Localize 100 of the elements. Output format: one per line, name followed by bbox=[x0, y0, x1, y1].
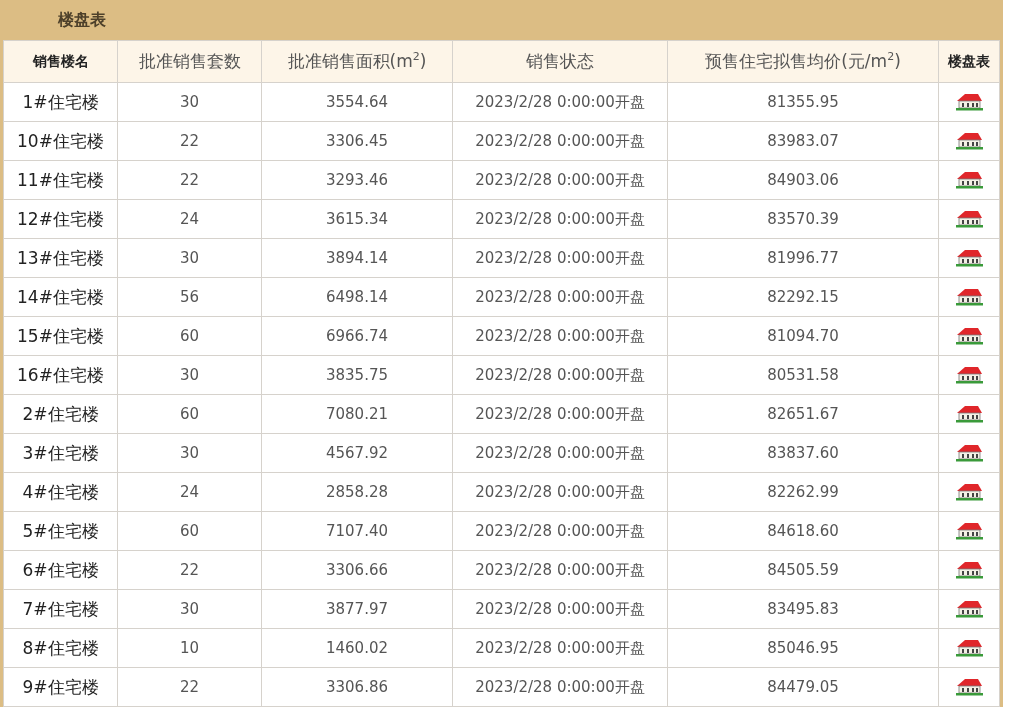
table-cell: 81094.70 bbox=[667, 316, 939, 356]
house-icon[interactable] bbox=[954, 638, 984, 659]
table-cell: 3293.46 bbox=[261, 160, 453, 200]
table-cell: 3306.66 bbox=[261, 550, 453, 590]
table-cell: 84618.60 bbox=[667, 511, 939, 551]
table-cell: 12#住宅楼 bbox=[3, 199, 118, 239]
table-cell: 83983.07 bbox=[667, 121, 939, 161]
table-cell: 81996.77 bbox=[667, 238, 939, 278]
table-cell: 56 bbox=[117, 277, 262, 317]
table-cell: 3835.75 bbox=[261, 355, 453, 395]
table-cell: 9#住宅楼 bbox=[3, 667, 118, 707]
column-header: 预售住宅拟售均价(元/m$^{2}$) bbox=[667, 40, 939, 83]
table-cell: 2023/2/28 0:00:00开盘 bbox=[452, 199, 668, 239]
table-cell: 1460.02 bbox=[261, 628, 453, 668]
table-cell: 60 bbox=[117, 394, 262, 434]
table-cell: 83837.60 bbox=[667, 433, 939, 473]
table-cell: 8#住宅楼 bbox=[3, 628, 118, 668]
column-header: 销售楼名 bbox=[3, 40, 118, 83]
house-icon[interactable] bbox=[954, 170, 984, 191]
table-cell: 1#住宅楼 bbox=[3, 82, 118, 122]
table-cell: 82651.67 bbox=[667, 394, 939, 434]
table-cell: 3#住宅楼 bbox=[3, 433, 118, 473]
table-cell: 3306.45 bbox=[261, 121, 453, 161]
table-cell: 2023/2/28 0:00:00开盘 bbox=[452, 121, 668, 161]
table-cell: 85046.95 bbox=[667, 628, 939, 668]
table-cell: 84903.06 bbox=[667, 160, 939, 200]
table-cell: 2023/2/28 0:00:00开盘 bbox=[452, 433, 668, 473]
house-icon[interactable] bbox=[954, 92, 984, 113]
table-cell: 2023/2/28 0:00:00开盘 bbox=[452, 160, 668, 200]
table-cell: 2023/2/28 0:00:00开盘 bbox=[452, 277, 668, 317]
house-icon[interactable] bbox=[954, 482, 984, 503]
column-header: 批准销售面积(m$^{2}$) bbox=[261, 40, 453, 83]
table-cell: 4567.92 bbox=[261, 433, 453, 473]
house-icon[interactable] bbox=[954, 326, 984, 347]
table-cell: 10#住宅楼 bbox=[3, 121, 118, 161]
table-cell: 10 bbox=[117, 628, 262, 668]
table-cell: 2023/2/28 0:00:00开盘 bbox=[452, 316, 668, 356]
table-cell: 24 bbox=[117, 199, 262, 239]
table-cell: 3615.34 bbox=[261, 199, 453, 239]
table-cell: 2023/2/28 0:00:00开盘 bbox=[452, 82, 668, 122]
table-cell: 30 bbox=[117, 589, 262, 629]
house-icon[interactable] bbox=[954, 443, 984, 464]
table-cell: 3306.86 bbox=[261, 667, 453, 707]
house-icon[interactable] bbox=[954, 365, 984, 386]
table-cell: 2023/2/28 0:00:00开盘 bbox=[452, 511, 668, 551]
panel-title: 楼盘表 bbox=[58, 9, 106, 31]
house-icon[interactable] bbox=[954, 131, 984, 152]
table-cell: 2023/2/28 0:00:00开盘 bbox=[452, 394, 668, 434]
table-cell: 30 bbox=[117, 238, 262, 278]
table-cell: 2023/2/28 0:00:00开盘 bbox=[452, 238, 668, 278]
table-cell: 84505.59 bbox=[667, 550, 939, 590]
table-cell: 60 bbox=[117, 316, 262, 356]
table-cell: 2023/2/28 0:00:00开盘 bbox=[452, 472, 668, 512]
table-cell: 82292.15 bbox=[667, 277, 939, 317]
table-cell: 24 bbox=[117, 472, 262, 512]
table-cell: 2023/2/28 0:00:00开盘 bbox=[452, 628, 668, 668]
table-cell: 6#住宅楼 bbox=[3, 550, 118, 590]
table-cell: 7080.21 bbox=[261, 394, 453, 434]
table-cell: 5#住宅楼 bbox=[3, 511, 118, 551]
table-cell: 3877.97 bbox=[261, 589, 453, 629]
table-cell: 15#住宅楼 bbox=[3, 316, 118, 356]
house-icon[interactable] bbox=[954, 248, 984, 269]
table-cell: 22 bbox=[117, 121, 262, 161]
table-cell: 30 bbox=[117, 433, 262, 473]
house-icon[interactable] bbox=[954, 209, 984, 230]
table-cell: 80531.58 bbox=[667, 355, 939, 395]
house-icon[interactable] bbox=[954, 287, 984, 308]
table-cell: 16#住宅楼 bbox=[3, 355, 118, 395]
table-cell: 83570.39 bbox=[667, 199, 939, 239]
column-header: 批准销售套数 bbox=[117, 40, 262, 83]
table-cell: 7#住宅楼 bbox=[3, 589, 118, 629]
table-cell: 2023/2/28 0:00:00开盘 bbox=[452, 550, 668, 590]
table-cell: 11#住宅楼 bbox=[3, 160, 118, 200]
house-icon[interactable] bbox=[954, 677, 984, 698]
table-cell: 14#住宅楼 bbox=[3, 277, 118, 317]
table-cell: 84479.05 bbox=[667, 667, 939, 707]
table-cell: 22 bbox=[117, 667, 262, 707]
table-cell: 2023/2/28 0:00:00开盘 bbox=[452, 667, 668, 707]
house-icon[interactable] bbox=[954, 560, 984, 581]
table-cell: 6498.14 bbox=[261, 277, 453, 317]
table-cell: 3894.14 bbox=[261, 238, 453, 278]
table-cell: 30 bbox=[117, 355, 262, 395]
house-icon[interactable] bbox=[954, 599, 984, 620]
house-icon[interactable] bbox=[954, 521, 984, 542]
table-cell: 7107.40 bbox=[261, 511, 453, 551]
table-cell: 13#住宅楼 bbox=[3, 238, 118, 278]
table-cell: 2023/2/28 0:00:00开盘 bbox=[452, 589, 668, 629]
table-cell: 6966.74 bbox=[261, 316, 453, 356]
house-icon[interactable] bbox=[954, 404, 984, 425]
table-cell: 60 bbox=[117, 511, 262, 551]
table-cell: 22 bbox=[117, 550, 262, 590]
column-header: 楼盘表 bbox=[938, 40, 1000, 83]
table-cell: 2#住宅楼 bbox=[3, 394, 118, 434]
table-cell: 4#住宅楼 bbox=[3, 472, 118, 512]
table-cell: 30 bbox=[117, 82, 262, 122]
table-cell: 22 bbox=[117, 160, 262, 200]
table-cell: 82262.99 bbox=[667, 472, 939, 512]
table-cell: 2023/2/28 0:00:00开盘 bbox=[452, 355, 668, 395]
table-cell: 3554.64 bbox=[261, 82, 453, 122]
table-cell: 83495.83 bbox=[667, 589, 939, 629]
